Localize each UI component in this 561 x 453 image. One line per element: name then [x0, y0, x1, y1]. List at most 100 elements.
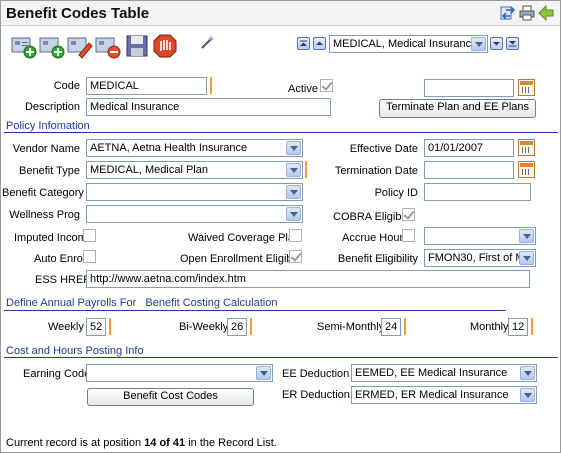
- description-label: Description: [24, 101, 80, 113]
- vendor-select[interactable]: AETNA, Aetna Health Insurance: [86, 139, 303, 157]
- chevron-down-icon: [520, 388, 535, 402]
- earning-code-select[interactable]: [86, 364, 273, 382]
- auto-enroll-label: Auto Enroll: [34, 253, 88, 265]
- wellness-select[interactable]: [86, 205, 303, 223]
- terminate-date-field[interactable]: [424, 79, 514, 97]
- ess-href-label: ESS HREF: [35, 274, 91, 286]
- status-suffix: in the Record List.: [185, 437, 277, 449]
- policy-section-title: Policy Infomation: [6, 120, 90, 132]
- biweekly-field[interactable]: 26: [227, 318, 247, 336]
- ess-href-field[interactable]: http://www.aetna.com/index.htm: [86, 270, 530, 288]
- required-indicator: [305, 161, 307, 178]
- code-label: Code: [53, 80, 80, 92]
- imputed-income-label: Imputed Income: [14, 232, 93, 244]
- benefit-type-select-value: MEDICAL, Medical Plan: [90, 164, 208, 176]
- ee-deduction-select[interactable]: EEMED, EE Medical Insurance: [351, 364, 537, 382]
- biweekly-label: Bi-Weekly: [179, 321, 229, 333]
- accrue-hours-checkbox[interactable]: [402, 229, 415, 242]
- save-icon[interactable]: [124, 33, 150, 59]
- semimonthly-label: Semi-Monthly: [317, 321, 385, 333]
- ee-deduction-select-value: EEMED, EE Medical Insurance: [355, 367, 508, 379]
- section-divider: [4, 357, 558, 358]
- status-prefix: Current record is at position: [6, 437, 145, 449]
- termination-date-label: Termination Date: [334, 165, 418, 177]
- chevron-down-icon: [519, 251, 534, 265]
- benefit-cost-codes-button[interactable]: Benefit Cost Codes: [87, 388, 254, 406]
- record-select-value: MEDICAL, Medical Insurance: [333, 38, 478, 50]
- section-divider: [4, 132, 558, 133]
- ee-deduction-label: EE Deduction: [282, 368, 350, 380]
- weekly-field[interactable]: 52: [86, 318, 106, 336]
- accrue-hours-select[interactable]: [424, 227, 536, 245]
- previous-record-button[interactable]: [313, 37, 326, 50]
- cobra-checkbox[interactable]: [402, 208, 415, 221]
- required-indicator: [404, 318, 406, 335]
- status-position: 14 of 41: [144, 437, 186, 449]
- first-record-button[interactable]: [297, 37, 310, 50]
- wand-icon[interactable]: [199, 35, 215, 51]
- policy-id-field[interactable]: [424, 183, 531, 201]
- er-deduction-select[interactable]: ERMED, ER Medical Insurance: [351, 386, 537, 404]
- calendar-icon[interactable]: [518, 79, 535, 96]
- waived-coverage-checkbox[interactable]: [289, 229, 302, 242]
- next-record-button[interactable]: [490, 37, 503, 50]
- delete-record-icon[interactable]: [95, 33, 121, 59]
- effective-date-field[interactable]: 01/01/2007: [424, 139, 514, 157]
- chevron-down-icon: [471, 37, 486, 51]
- open-enrollment-checkbox[interactable]: [289, 250, 302, 263]
- stop-icon[interactable]: [152, 33, 178, 59]
- active-checkbox[interactable]: [320, 79, 333, 92]
- code-field[interactable]: MEDICAL: [86, 77, 207, 95]
- imputed-income-checkbox[interactable]: [83, 229, 96, 242]
- chevron-down-icon: [286, 141, 301, 155]
- active-label: Active: [288, 83, 318, 95]
- waived-coverage-label: Waived Coverage Plan: [188, 232, 301, 244]
- effective-date-label: Effective Date: [349, 143, 418, 155]
- description-field[interactable]: Medical Insurance: [86, 98, 331, 116]
- auto-enroll-checkbox[interactable]: [83, 250, 96, 263]
- copy-record-icon[interactable]: [39, 33, 65, 59]
- calendar-icon[interactable]: [518, 139, 535, 156]
- chevron-down-icon: [286, 185, 301, 199]
- benefit-type-select[interactable]: MEDICAL, Medical Plan: [86, 161, 303, 179]
- record-position-status: Current record is at position 14 of 41 i…: [6, 437, 277, 449]
- weekly-label: Weekly: [48, 321, 84, 333]
- chevron-down-icon: [256, 366, 271, 380]
- chevron-down-icon: [519, 229, 534, 243]
- posting-section-title: Cost and Hours Posting Info: [6, 345, 144, 357]
- monthly-label: Monthly: [470, 321, 509, 333]
- terminate-plan-button[interactable]: Terminate Plan and EE Plans: [379, 99, 536, 118]
- benefit-eligibility-select[interactable]: FMON30, First of M: [424, 249, 536, 267]
- benefit-eligibility-select-value: FMON30, First of M: [428, 252, 525, 264]
- open-enrollment-label: Open Enrollment Eligible: [180, 253, 302, 265]
- required-indicator: [531, 318, 533, 335]
- termination-date-field[interactable]: [424, 161, 514, 179]
- print-icon[interactable]: [519, 5, 535, 21]
- required-indicator: [250, 318, 252, 335]
- chevron-down-icon: [520, 366, 535, 380]
- benefit-category-select[interactable]: [86, 183, 303, 201]
- benefit-eligibility-label: Benefit Eligibility: [337, 253, 418, 265]
- accrue-hours-label: Accrue Hours: [342, 232, 409, 244]
- calendar-icon[interactable]: [518, 161, 535, 178]
- add-record-icon[interactable]: [11, 33, 37, 59]
- back-arrow-icon[interactable]: [538, 4, 554, 22]
- vendor-select-value: AETNA, Aetna Health Insurance: [90, 142, 248, 154]
- last-record-button[interactable]: [506, 37, 519, 50]
- section-divider: [4, 310, 506, 311]
- wellness-label: Wellness Prog: [9, 209, 80, 221]
- chevron-down-icon: [286, 207, 301, 221]
- policy-id-label: Policy ID: [374, 187, 418, 199]
- edit-record-icon[interactable]: [67, 33, 93, 59]
- chevron-down-icon: [286, 163, 301, 177]
- required-indicator: [210, 77, 212, 94]
- semimonthly-field[interactable]: 24: [381, 318, 401, 336]
- refresh-icon[interactable]: [500, 5, 516, 21]
- er-deduction-label: ER Deduction: [282, 389, 350, 401]
- earning-code-label: Earning Code: [23, 368, 91, 380]
- benefit-category-label: Benefit Category: [2, 187, 84, 199]
- page-title: Benefit Codes Table: [6, 5, 150, 22]
- record-select[interactable]: MEDICAL, Medical Insurance: [329, 35, 488, 53]
- monthly-field[interactable]: 12: [508, 318, 528, 336]
- cobra-label: COBRA Eligible: [333, 211, 411, 223]
